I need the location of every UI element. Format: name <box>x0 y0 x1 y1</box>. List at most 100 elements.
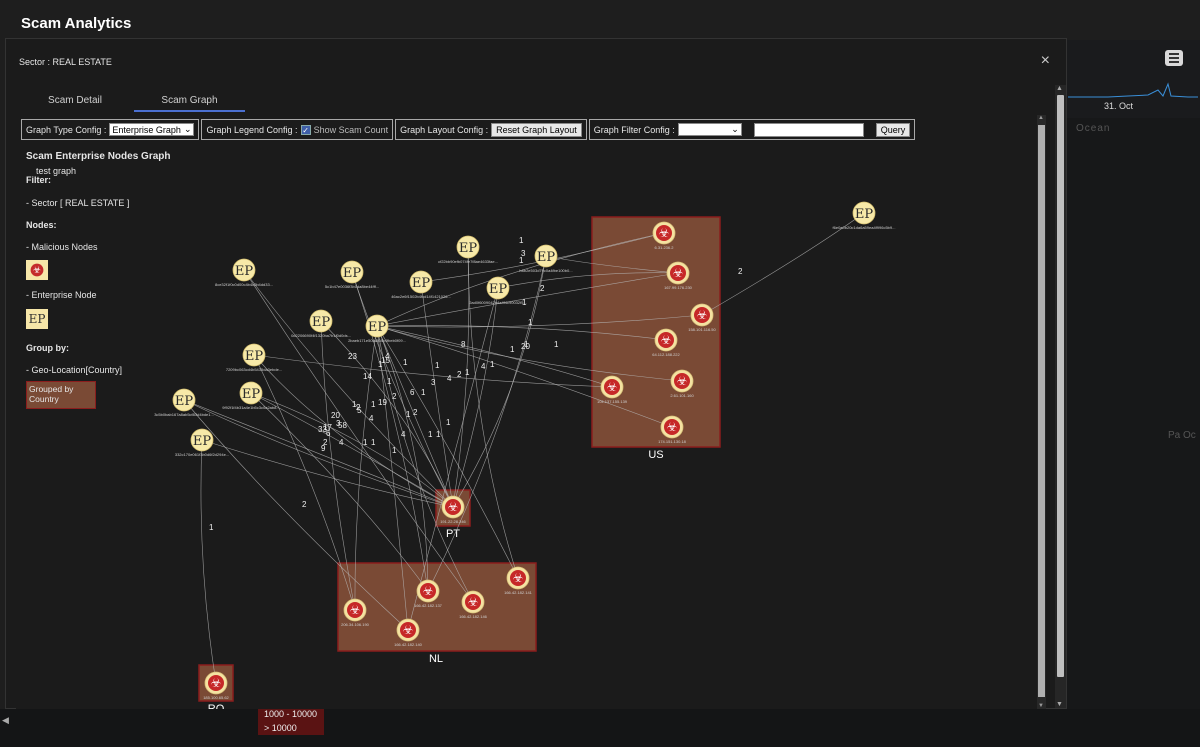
edge-label: 6 <box>326 429 331 438</box>
enterprise-node[interactable]: EP 5c1b47e0036f3b1da8be44fff... <box>325 260 379 289</box>
scroll-up-icon[interactable]: ▲ <box>1056 85 1063 92</box>
graph-edge <box>201 439 454 508</box>
edge-label: 2 <box>302 500 307 509</box>
enterprise-node[interactable]: EP 0d2206690f4f1320ba7b1f0d0ds... <box>291 309 351 338</box>
modal-scrollbar-thumb[interactable] <box>1057 95 1064 677</box>
modal-scrollbar[interactable]: ▲ ▼ <box>1055 85 1066 708</box>
edge-label: 1 <box>519 256 524 265</box>
enterprise-node[interactable]: EP 8ce32f1f0c0d00c4b4c0b4dd33... <box>215 258 273 287</box>
node-label: 191.22.28.246 <box>440 519 466 524</box>
edge-label: 1 <box>378 360 383 369</box>
node-label: 167.99.176.230 <box>664 285 693 290</box>
edge-label: 1 <box>371 438 376 447</box>
graph-scrollbar-thumb[interactable] <box>1038 125 1045 697</box>
edge-label: 2 <box>738 267 743 276</box>
scroll-up-icon[interactable]: ▲ <box>1038 115 1044 121</box>
edge-label: 1 <box>519 236 524 245</box>
edge-label: 1 <box>421 388 426 397</box>
biohazard-icon: ☣ <box>667 420 678 434</box>
map-legend-item: 1000 - 10000 <box>264 709 318 719</box>
scroll-down-icon[interactable]: ▼ <box>1038 703 1044 709</box>
enterprise-node-icon: EP <box>412 276 430 291</box>
enterprise-node-icon: EP <box>343 266 361 281</box>
map-legend-item: > 10000 <box>264 723 297 733</box>
enterprise-node[interactable]: EP 7209bc063cd4b5435da3ebde... <box>226 343 282 372</box>
background-bottom-bar <box>0 709 1200 747</box>
node-label: 64.112.188.222 <box>652 352 680 357</box>
enterprise-node[interactable]: EP 46ac2e6f1502b4fcd14f1421026... <box>391 270 451 299</box>
node-label: b8b2e503d79c0a4fbe100b0... <box>519 268 572 273</box>
edge-label: 3 <box>431 378 436 387</box>
edge-label: 9 <box>321 444 326 453</box>
enterprise-node-icon: EP <box>242 387 260 402</box>
enterprise-node[interactable]: EP 3c5b0bab167a8ab5cf83d4bde1... <box>154 388 214 417</box>
graph-content-panel: Graph Type Config : Enterprise Graph ⌄ G… <box>16 115 1046 709</box>
edge-label: 1 <box>435 361 440 370</box>
scroll-down-icon[interactable]: ▼ <box>1056 701 1063 708</box>
edge-label: 4 <box>447 374 452 383</box>
edge-label: 1 <box>387 377 392 386</box>
enterprise-node[interactable]: EP 2baeb171e50fa808b4fbeb0f09... <box>348 314 406 343</box>
group-label: NL <box>429 653 443 665</box>
edge-label: 1 <box>446 418 451 427</box>
enterprise-node-icon: EP <box>855 207 873 222</box>
graph-scrollbar[interactable]: ▲ ▼ <box>1037 115 1046 709</box>
biohazard-icon: ☣ <box>607 380 618 394</box>
biohazard-icon: ☣ <box>677 374 688 388</box>
edge-label: 1 <box>428 430 433 439</box>
node-label: 166.42.182.146 <box>459 614 488 619</box>
close-icon[interactable]: × <box>1041 52 1050 70</box>
biohazard-icon: ☣ <box>697 308 708 322</box>
enterprise-node-icon: EP <box>175 394 193 409</box>
timeline-date-label: 31. Oct <box>1104 101 1134 111</box>
chevron-left-icon[interactable]: ◀ <box>2 715 9 726</box>
timeline-sparkline <box>1068 82 1198 98</box>
menu-icon[interactable] <box>1165 50 1183 66</box>
enterprise-node-icon: EP <box>235 264 253 279</box>
edge-label: 4 <box>339 438 344 447</box>
edge-label: 6 <box>410 388 415 397</box>
node-label: 3c5b0bab167a8ab5cf83d4bde1... <box>154 412 214 417</box>
edge-label: 4 <box>401 430 406 439</box>
edge-label: 1 <box>510 345 515 354</box>
edge-label: 2 <box>356 403 361 412</box>
map-ocean-label: Ocean <box>1076 123 1111 134</box>
malicious-node[interactable]: ☣ 2.61.101.160 <box>670 369 694 398</box>
enterprise-node-icon: EP <box>489 282 507 297</box>
app-title: Scam Analytics <box>21 15 132 32</box>
enterprise-node[interactable]: EP b8b2e503d79c0a4fbe100b0... <box>519 244 573 273</box>
tab-scam-graph[interactable]: Scam Graph <box>134 91 245 112</box>
scam-graph-canvas[interactable]: USPTNLRO1312111 122123 154181 1201141 3 4 2 14 1… <box>16 115 1036 709</box>
edge-label: 14 <box>363 372 372 381</box>
graph-edge <box>320 320 454 508</box>
group-box-us <box>591 216 721 448</box>
biohazard-icon: ☣ <box>448 500 459 514</box>
node-label: 166.42.182.141 <box>504 590 533 595</box>
edge-label: 1 <box>436 430 441 439</box>
node-label: 166.42.182.137 <box>414 603 443 608</box>
enterprise-node-icon: EP <box>459 241 477 256</box>
edge-label: 1 <box>490 360 495 369</box>
enterprise-node[interactable]: EP f6e0a0b20c1da6a59ea4f996c5b9... <box>833 201 896 230</box>
edge-label: 8 <box>461 340 466 349</box>
edge-label: 4 <box>385 352 390 361</box>
enterprise-node[interactable]: EP 2ad0f6009042b4a4f4c90032f5... <box>469 276 527 305</box>
node-label: 104.137.155.139 <box>597 399 628 404</box>
biohazard-icon: ☣ <box>659 226 670 240</box>
node-label: 8ce32f1f0c0d00c4b4c0b4dd33... <box>215 282 273 287</box>
malicious-node[interactable]: ☣ 6.31.236.2 <box>652 221 676 250</box>
enterprise-node-icon: EP <box>193 434 211 449</box>
enterprise-node[interactable]: EP cf22bb90efb074fe7f8ae4633fae... <box>438 235 498 264</box>
tab-scam-detail[interactable]: Scam Detail <box>16 91 134 112</box>
node-label: 158.101.116.50 <box>688 327 716 332</box>
node-label: 206.34.106.190 <box>341 622 370 627</box>
node-label: 9f92f1f4b31a4e1b5c3c0a2ab8... <box>222 405 279 410</box>
edge-label: 2 <box>540 284 545 293</box>
enterprise-node[interactable]: EP 9f92f1f4b31a4e1b5c3c0a2ab8... <box>222 381 280 410</box>
graph-edge <box>351 271 454 508</box>
modal-title: Sector : REAL ESTATE <box>19 57 112 67</box>
edge-label: 1 <box>363 438 368 447</box>
biohazard-icon: ☣ <box>403 623 414 637</box>
graph-edge <box>253 354 454 508</box>
node-label: 6.31.236.2 <box>655 245 675 250</box>
